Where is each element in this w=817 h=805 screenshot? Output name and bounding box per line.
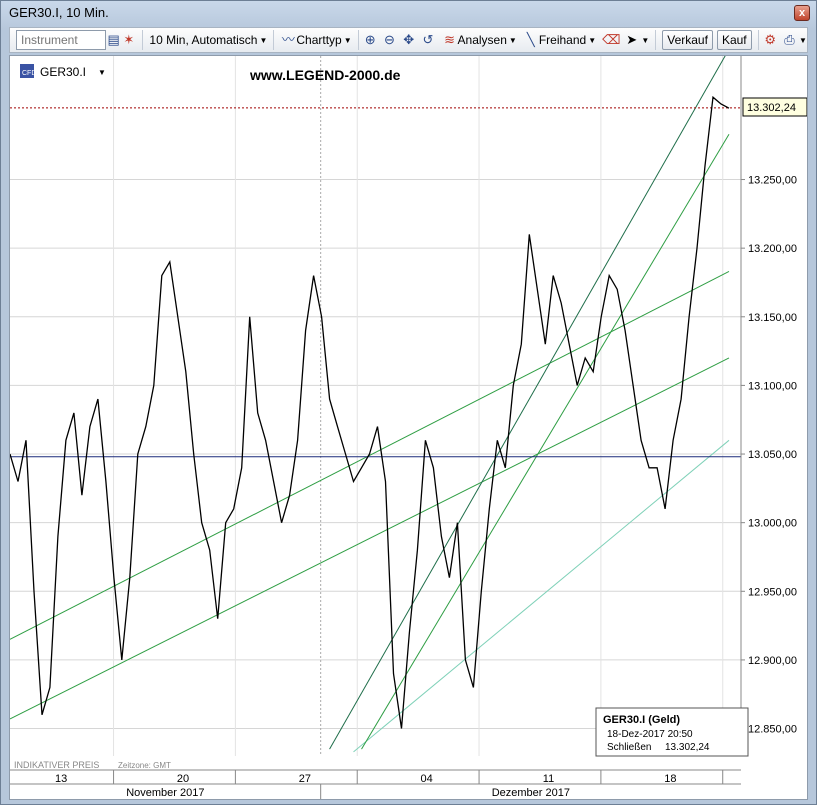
watermark-text: www.LEGEND-2000.de xyxy=(249,67,401,83)
toolbar-divider xyxy=(142,30,144,50)
x-tick-label: 13 xyxy=(55,773,67,785)
freihand-dropdown[interactable]: ╲ Freihand ▼ xyxy=(523,30,596,50)
zoom-out-icon[interactable]: ⊖ xyxy=(382,32,397,48)
analysis-icon: ≋ xyxy=(444,32,455,47)
interval-dropdown[interactable]: 10 Min, Automatisch ▼ xyxy=(149,30,267,50)
cursor-icon[interactable]: ➤ xyxy=(624,32,639,48)
month-label: Dezember 2017 xyxy=(492,787,570,799)
instrument-input[interactable] xyxy=(16,30,106,50)
chevron-down-icon: ▼ xyxy=(343,35,352,45)
y-tick-label: 13.150,00 xyxy=(748,312,797,324)
info-date: 18-Dez-2017 20:50 xyxy=(607,729,693,740)
chevron-down-icon[interactable]: ▼ xyxy=(641,36,649,45)
y-tick-label: 13.250,00 xyxy=(748,175,797,187)
y-tick-label: 12.850,00 xyxy=(748,724,797,736)
x-axis: 13 20 27 04 11 18 November 2017 Dezember 2017 xyxy=(10,769,741,799)
x-tick-label: 18 xyxy=(664,773,676,785)
close-button[interactable]: x xyxy=(794,5,810,21)
title-bar: GER30.I, 10 Min. x xyxy=(1,1,816,25)
info-title: GER30.I (Geld) xyxy=(603,714,680,726)
chevron-down-icon[interactable]: ▼ xyxy=(799,36,807,45)
kauf-button[interactable]: Kauf xyxy=(716,30,752,50)
month-label: November 2017 xyxy=(126,787,204,799)
app-window: GER30.I, 10 Min. x ▤ ✶ 10 Min, Automatis… xyxy=(0,0,817,805)
analysen-dropdown[interactable]: ≋ Analysen ▼ xyxy=(442,30,517,50)
freihand-label: Freihand xyxy=(538,33,587,47)
cfd-icon-label: CFD xyxy=(22,70,36,77)
print-icon[interactable]: ⎙ xyxy=(782,32,797,48)
zoom-in-icon[interactable]: ⊕ xyxy=(363,32,378,48)
toolbar-divider xyxy=(273,30,275,50)
window-title: GER30.I, 10 Min. xyxy=(9,5,109,20)
y-tick-label: 13.050,00 xyxy=(748,449,797,461)
eraser-icon[interactable]: ⌫ xyxy=(602,32,620,48)
x-tick-label: 20 xyxy=(177,773,189,785)
chart-area[interactable]: 12.850,00 12.900,00 12.950,00 13.000,00 13.0… xyxy=(9,48,808,800)
interval-label: 10 Min, Automatisch xyxy=(149,33,258,47)
draw-line-icon: ╲ xyxy=(526,32,535,47)
symbol-label[interactable]: GER30.I xyxy=(40,65,86,79)
plot-background xyxy=(10,56,741,756)
price-chart[interactable]: 12.850,00 12.900,00 12.950,00 13.000,00 13.0… xyxy=(9,48,808,799)
chevron-down-icon: ▼ xyxy=(508,35,517,45)
timezone-label: Zeitzone: GMT xyxy=(118,761,171,770)
y-axis: 12.850,00 12.900,00 12.950,00 13.000,00 13.0… xyxy=(740,56,797,756)
y-tick-label: 12.950,00 xyxy=(748,586,797,598)
instrument-list-icon[interactable]: ▤ xyxy=(106,32,121,48)
info-close-label: Schließen xyxy=(607,742,651,753)
toolbar-divider xyxy=(655,30,657,50)
compare-icon[interactable]: ✶ xyxy=(121,32,136,48)
reset-icon[interactable]: ↺ xyxy=(420,32,435,48)
charttype-label: Charttyp xyxy=(296,33,342,47)
toolbar-divider xyxy=(357,30,359,50)
chevron-down-icon: ▼ xyxy=(259,35,268,45)
y-tick-label: 13.000,00 xyxy=(748,518,797,530)
line-chart-icon: 〰 xyxy=(281,32,295,47)
x-tick-label: 11 xyxy=(543,773,554,785)
chevron-down-icon[interactable]: ▼ xyxy=(98,68,106,77)
info-close-value: 13.302,24 xyxy=(665,742,710,753)
indicative-price-label: INDIKATIVER PREIS xyxy=(14,760,99,770)
pan-icon[interactable]: ✥ xyxy=(401,32,416,48)
analysen-label: Analysen xyxy=(457,33,507,47)
chevron-down-icon: ▼ xyxy=(588,35,597,45)
x-tick-label: 04 xyxy=(421,773,433,785)
chart-settings-icon[interactable]: ⚙ xyxy=(763,32,778,48)
charttype-dropdown[interactable]: 〰 Charttyp ▼ xyxy=(280,30,352,50)
y-tick-label: 13.200,00 xyxy=(748,243,797,255)
verkauf-button[interactable]: Verkauf xyxy=(662,30,713,50)
last-price-value: 13.302,24 xyxy=(747,102,796,114)
toolbar-divider xyxy=(757,30,759,50)
x-tick-label: 27 xyxy=(299,773,311,785)
y-tick-label: 13.100,00 xyxy=(748,380,797,392)
y-tick-label: 12.900,00 xyxy=(748,655,797,667)
chart-toolbar: ▤ ✶ 10 Min, Automatisch▼ 〰Charttyp▼ ⊕ ⊖ … xyxy=(9,27,808,53)
